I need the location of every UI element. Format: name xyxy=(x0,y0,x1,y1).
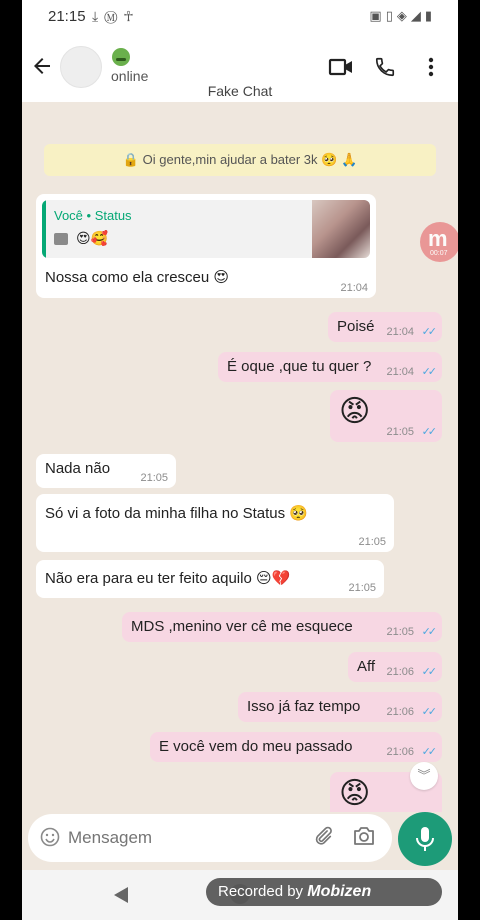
voice-message-button[interactable] xyxy=(398,812,452,866)
message-text: Só vi a foto da minha filha no Status 🥺 xyxy=(45,505,308,522)
attach-icon[interactable] xyxy=(312,825,334,847)
mobizen-icon: Ⓜ xyxy=(104,8,124,24)
scroll-to-bottom-button[interactable]: ︾ xyxy=(410,762,438,790)
recorder-watermark: Recorded by Mobizen xyxy=(206,878,442,906)
accessibility-icon: ☥ xyxy=(123,8,140,24)
quote-emoji: 😍🥰 xyxy=(76,230,109,246)
nav-back-icon[interactable] xyxy=(114,887,128,903)
message-text: Poisé xyxy=(337,318,375,335)
screen-recorder-badge[interactable]: m 00:07 xyxy=(420,222,458,262)
message-bubble-incoming[interactable]: Só vi a foto da minha filha no Status 🥺 … xyxy=(36,494,394,552)
message-composer xyxy=(22,812,458,866)
recording-timer: 00:07 xyxy=(430,250,448,257)
message-bubble-incoming[interactable]: Nada não 21:05 xyxy=(36,454,176,488)
message-bubble-outgoing[interactable]: E você vem do meu passado 21:06 ✓✓ xyxy=(150,732,442,762)
vibrate-icon: ▯ xyxy=(385,8,397,23)
chat-header: online Fake Chat xyxy=(22,34,458,102)
message-bubble-outgoing[interactable]: Poisé 21:04 ✓✓ xyxy=(328,312,442,342)
read-ticks-icon: ✓✓ xyxy=(421,326,438,338)
recorder-brand-logo: Mobizen xyxy=(307,883,372,900)
status-thumbnail xyxy=(312,200,370,258)
chat-area[interactable]: 🔒 Oi gente,min ajudar a bater 3k 🥺 🙏 Voc… xyxy=(22,102,458,824)
contact-name[interactable]: Fake Chat xyxy=(22,83,458,99)
message-time: 21:04 xyxy=(340,282,368,294)
message-bubble-outgoing[interactable]: MDS ,menino ver cê me esquece 21:05 ✓✓ xyxy=(122,612,442,642)
contact-status: online xyxy=(111,68,149,84)
status-time: 21:15 xyxy=(48,8,86,25)
message-text: Isso já faz tempo xyxy=(247,698,361,715)
message-bubble-incoming[interactable]: Não era para eu ter feito aquilo 😔💔 21:0… xyxy=(36,560,384,598)
status-left-icons: ⤓Ⓜ☥ xyxy=(92,8,140,25)
download-icon: ⤓ xyxy=(92,8,105,24)
right-letterbox xyxy=(458,0,480,920)
message-time: 21:05 xyxy=(140,472,168,484)
signal-icon: ◢ xyxy=(410,8,425,23)
recorder-letter: m xyxy=(428,226,448,251)
message-emoji: 😡 xyxy=(339,777,371,810)
message-time: 21:05 xyxy=(386,626,414,638)
message-emoji: 😡 xyxy=(339,395,371,428)
quote-accent-bar xyxy=(42,200,46,258)
message-text: Nossa como ela cresceu 😍 xyxy=(45,269,230,286)
message-time: 21:05 xyxy=(348,582,376,594)
read-ticks-icon: ✓✓ xyxy=(421,426,438,438)
message-input[interactable] xyxy=(28,814,392,862)
message-bubble-outgoing[interactable]: Isso já faz tempo 21:06 ✓✓ xyxy=(238,692,442,722)
double-chevron-down-icon: ︾ xyxy=(417,768,431,783)
emoji-icon[interactable] xyxy=(40,827,60,847)
message-text: É oque ,que tu quer ? xyxy=(227,358,372,375)
message-bubble-outgoing[interactable]: 😡 21:05 ✓✓ xyxy=(330,390,442,442)
message-text: Nada não xyxy=(45,460,111,477)
read-ticks-icon: ✓✓ xyxy=(421,626,438,638)
message-bubble-incoming[interactable]: Você • Status 😍🥰 Nossa como ela cresceu … xyxy=(36,194,376,298)
contact-avatar[interactable] xyxy=(60,46,102,88)
message-time: 21:06 xyxy=(386,746,414,758)
microphone-icon xyxy=(416,827,434,851)
message-time: 21:04 xyxy=(386,326,414,338)
sick-face-emoji-icon xyxy=(112,48,130,66)
quote-author: Você • Status xyxy=(54,208,132,223)
back-arrow-icon[interactable] xyxy=(30,54,54,78)
phone-screen: 21:15 ⤓Ⓜ☥ ▣▯◈◢▮ online Fake Chat 🔒 Oi ge… xyxy=(22,0,458,920)
read-ticks-icon: ✓✓ xyxy=(421,746,438,758)
message-text: Aff xyxy=(357,658,376,675)
message-text: MDS ,menino ver cê me esquece xyxy=(131,618,353,635)
battery-icon: ▮ xyxy=(424,8,436,23)
message-time: 21:05 xyxy=(386,426,414,438)
wifi-icon: ◈ xyxy=(396,8,411,23)
more-options-icon[interactable] xyxy=(426,56,436,78)
status-bar: 21:15 ⤓Ⓜ☥ ▣▯◈◢▮ xyxy=(22,0,458,34)
read-ticks-icon: ✓✓ xyxy=(421,366,438,378)
system-navbar: Recorded by Mobizen xyxy=(22,870,458,920)
system-message: 🔒 Oi gente,min ajudar a bater 3k 🥺 🙏 xyxy=(44,144,436,176)
message-time: 21:06 xyxy=(386,666,414,678)
message-time: 21:05 xyxy=(358,536,386,548)
left-letterbox xyxy=(0,0,22,920)
status-right-icons: ▣▯◈◢▮ xyxy=(369,8,436,24)
message-bubble-outgoing[interactable]: Aff 21:06 ✓✓ xyxy=(348,652,442,682)
camera-icon[interactable] xyxy=(352,825,376,847)
message-text: Não era para eu ter feito aquilo 😔💔 xyxy=(45,570,291,587)
message-bubble-outgoing[interactable]: É oque ,que tu quer ? 21:04 ✓✓ xyxy=(218,352,442,382)
recorded-by-label: Recorded by xyxy=(218,883,304,900)
image-icon xyxy=(54,233,68,245)
phone-call-icon[interactable] xyxy=(372,56,398,78)
read-ticks-icon: ✓✓ xyxy=(421,666,438,678)
read-ticks-icon: ✓✓ xyxy=(421,706,438,718)
message-text: E você vem do meu passado xyxy=(159,738,353,755)
message-time: 21:06 xyxy=(386,706,414,718)
message-time: 21:04 xyxy=(386,366,414,378)
quoted-status[interactable]: Você • Status 😍🥰 xyxy=(42,200,370,258)
video-call-icon[interactable] xyxy=(328,56,354,78)
no-sim-icon: ▣ xyxy=(369,8,386,23)
